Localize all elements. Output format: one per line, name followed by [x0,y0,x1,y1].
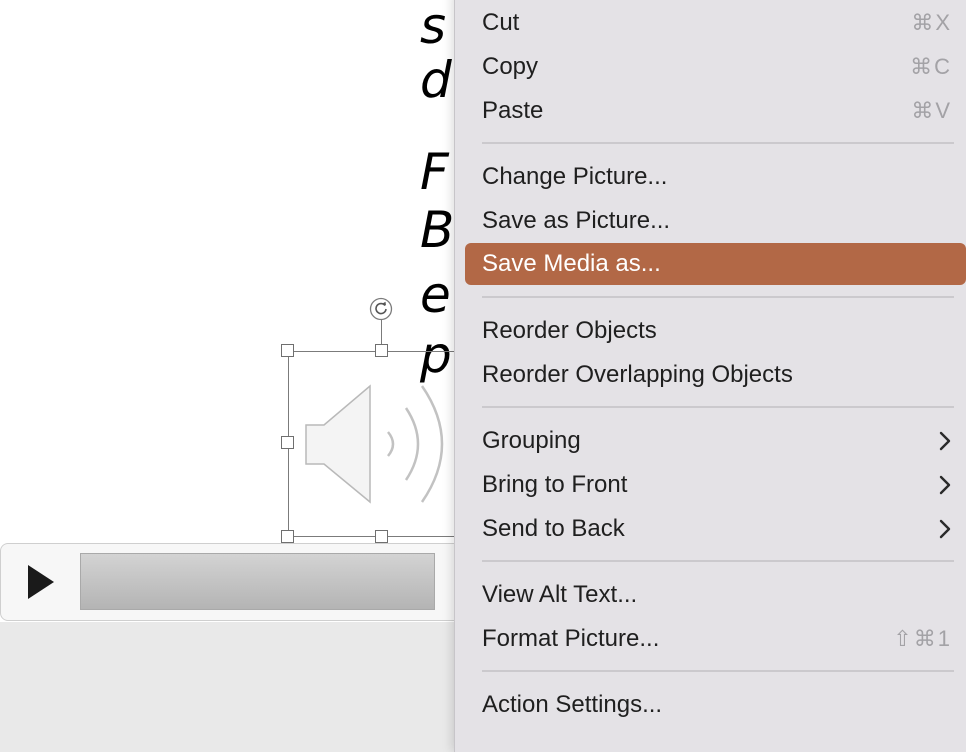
menu-separator [482,560,954,562]
menu-item-label: View Alt Text... [482,581,638,608]
speaker-icon[interactable] [302,380,472,510]
menu-item-shortcut: ⌘C [910,54,952,79]
menu-item-shortcut: ⇧⌘1 [893,626,952,651]
resize-handle-left[interactable] [281,436,294,449]
menu-item-shortcut: ⌘X [911,10,952,35]
menu-item-label: Save Media as... [482,250,661,277]
menu-item-label: Copy [482,53,539,80]
menu-item-label: Cut [482,9,520,36]
menu-item-label: Reorder Objects [482,317,657,344]
resize-handle-top-left[interactable] [281,344,294,357]
menu-item-bring-to-front[interactable]: Bring to Front [465,464,966,506]
menu-item-action-settings[interactable]: Action Settings... [465,684,966,726]
menu-item-grouping[interactable]: Grouping [465,420,966,462]
menu-separator [482,406,954,408]
menu-item-label: Change Picture... [482,163,668,190]
chevron-right-icon [939,431,951,451]
slide-text-line: s [420,0,447,55]
menu-item-label: Grouping [482,427,581,454]
chevron-right-icon [939,475,951,495]
resize-handle-bottom[interactable] [375,530,388,543]
menu-item-label: Paste [482,97,544,124]
media-progress-track[interactable] [80,553,435,610]
menu-item-save-media-as[interactable]: Save Media as... [465,243,966,285]
menu-item-label: Action Settings... [482,691,663,718]
menu-separator [482,142,954,144]
menu-item-view-alt-text[interactable]: View Alt Text... [465,574,966,616]
slide-text-line: d [420,51,452,109]
menu-item-cut[interactable]: Cut ⌘X [465,2,966,44]
menu-item-label: Bring to Front [482,471,628,498]
rotate-handle-icon[interactable] [369,297,393,321]
play-icon[interactable] [22,560,60,604]
menu-item-label: Send to Back [482,515,625,542]
menu-item-reorder-objects[interactable]: Reorder Objects [465,310,966,352]
slide-text-line: B [420,201,455,259]
menu-item-copy[interactable]: Copy ⌘C [465,46,966,88]
menu-item-label: Save as Picture... [482,207,671,234]
menu-separator [482,296,954,298]
menu-item-label: Format Picture... [482,625,660,652]
menu-item-change-picture[interactable]: Change Picture... [465,156,966,198]
rotate-handle-stem [381,320,382,344]
resize-handle-bottom-left[interactable] [281,530,294,543]
resize-handle-top[interactable] [375,344,388,357]
menu-item-paste[interactable]: Paste ⌘V [465,90,966,132]
menu-item-label: Reorder Overlapping Objects [482,361,793,388]
menu-item-save-as-picture[interactable]: Save as Picture... [465,200,966,242]
menu-item-reorder-overlapping-objects[interactable]: Reorder Overlapping Objects [465,354,966,396]
slide-text-line: e [420,266,451,324]
menu-item-format-picture[interactable]: Format Picture... ⇧⌘1 [465,618,966,660]
menu-item-shortcut: ⌘V [911,98,952,123]
menu-separator [482,670,954,672]
slide-text-line: F [420,143,449,201]
menu-item-send-to-back[interactable]: Send to Back [465,508,966,550]
chevron-right-icon [939,519,951,539]
